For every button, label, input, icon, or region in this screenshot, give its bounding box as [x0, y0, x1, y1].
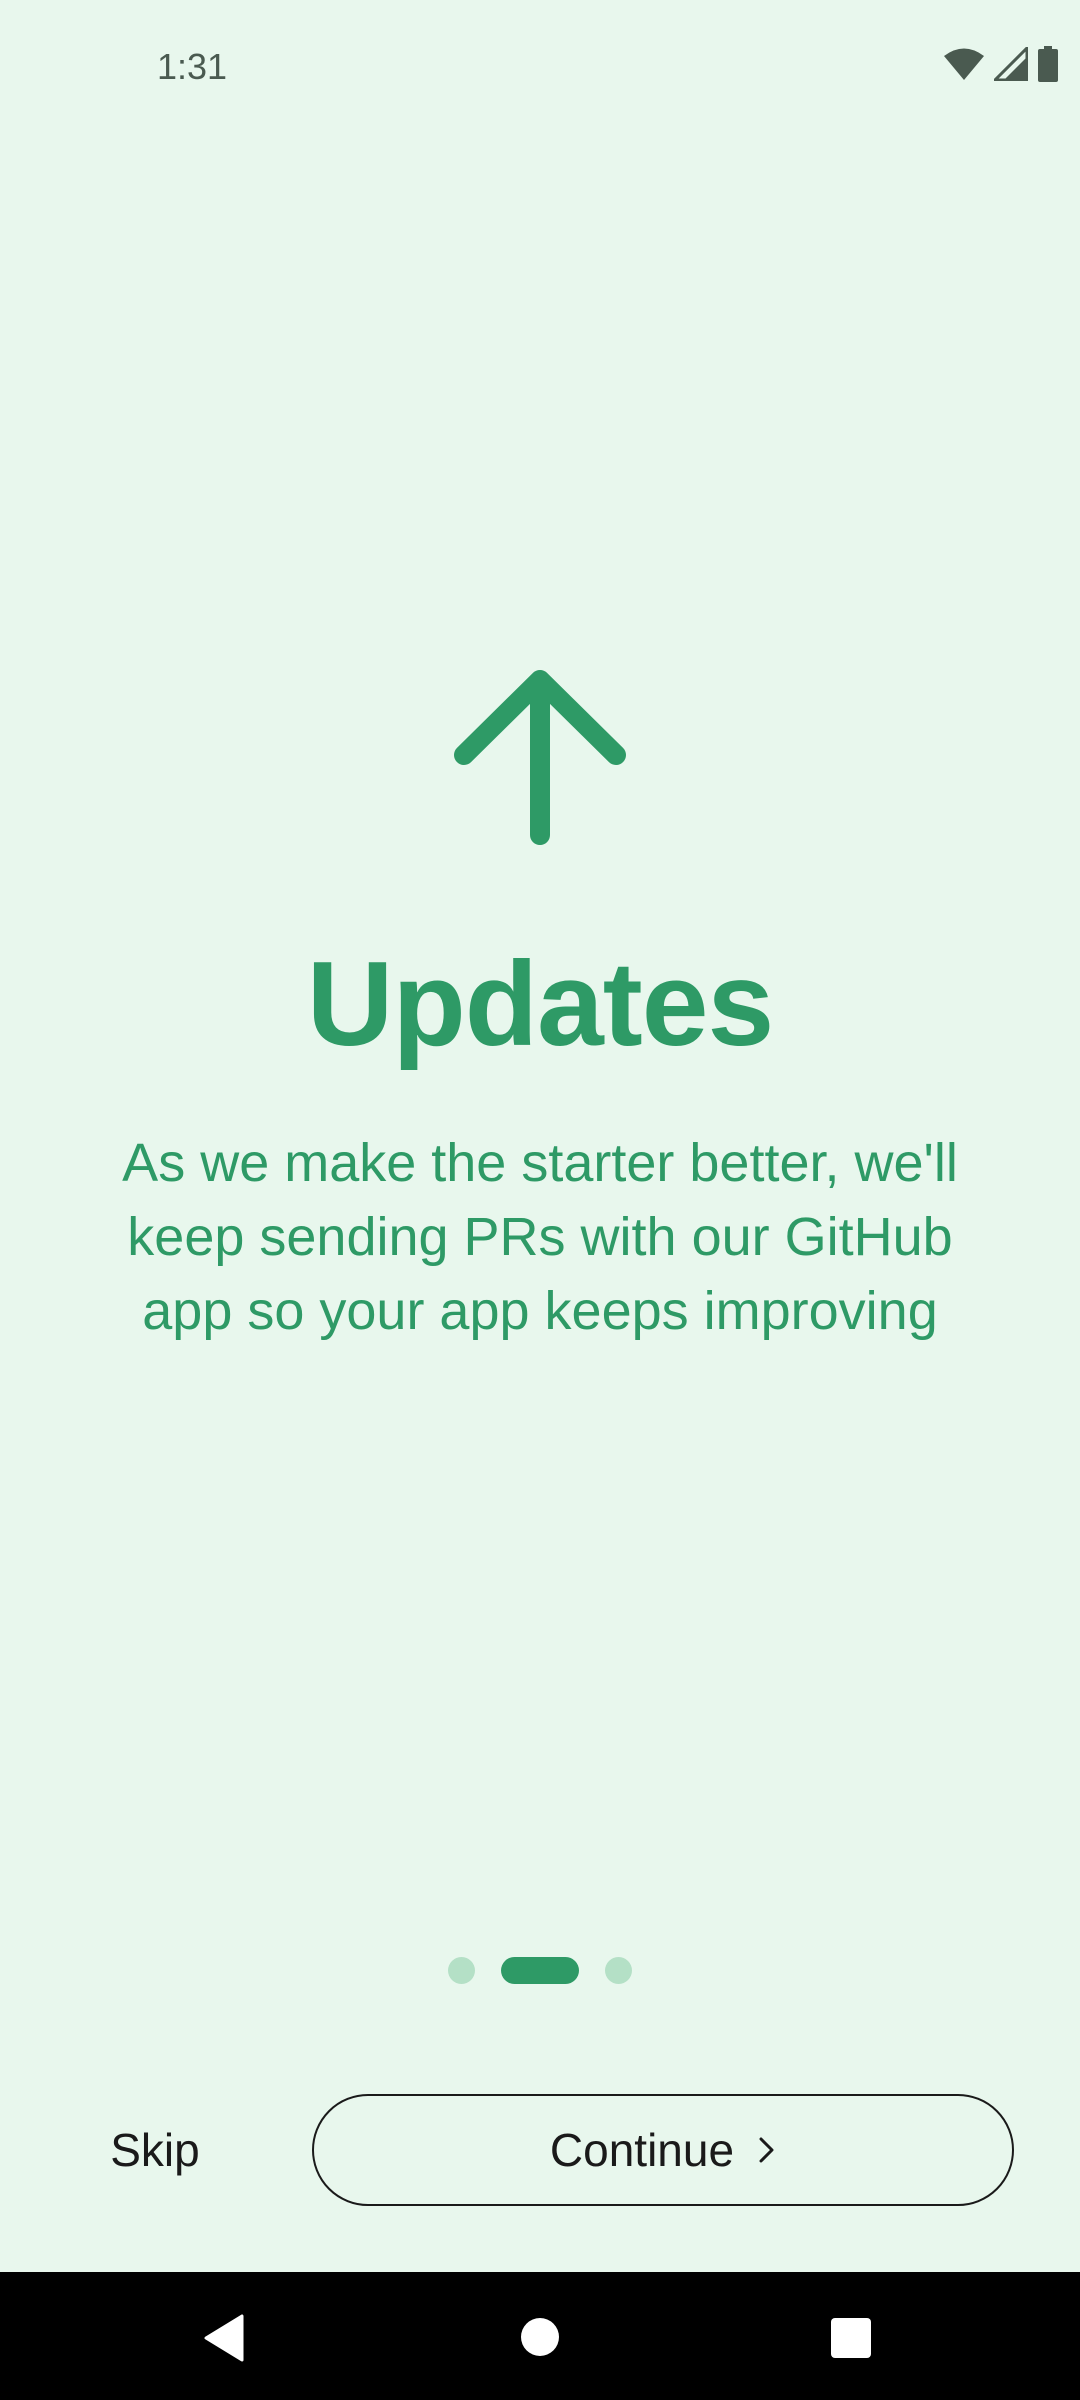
- skip-button[interactable]: Skip: [80, 2110, 230, 2190]
- page-description: As we make the starter better, we'll kee…: [122, 1133, 958, 1341]
- back-icon[interactable]: [204, 2314, 244, 2362]
- cellular-signal-icon: [994, 47, 1028, 81]
- page-indicator-dot: [448, 1957, 475, 1984]
- page-indicator: [0, 1957, 1080, 1984]
- page-indicator-dot: [605, 1957, 632, 1984]
- recents-icon[interactable]: [831, 2318, 871, 2358]
- page-indicator-dot-active: [501, 1957, 579, 1984]
- home-icon[interactable]: [521, 2318, 559, 2356]
- status-bar: 1:31: [0, 0, 1080, 136]
- continue-button[interactable]: Continue: [312, 2094, 1014, 2206]
- navigation-bar: [0, 2272, 1080, 2400]
- battery-icon: [1038, 46, 1058, 82]
- status-icons: [944, 46, 1058, 82]
- page-title: Updates: [306, 937, 774, 1071]
- status-time: 1:31: [157, 46, 228, 87]
- continue-button-label: Continue: [549, 2124, 735, 2176]
- arrow-up-icon: [454, 670, 626, 845]
- chevron-right-icon: [759, 2137, 774, 2163]
- wifi-icon: [944, 48, 984, 80]
